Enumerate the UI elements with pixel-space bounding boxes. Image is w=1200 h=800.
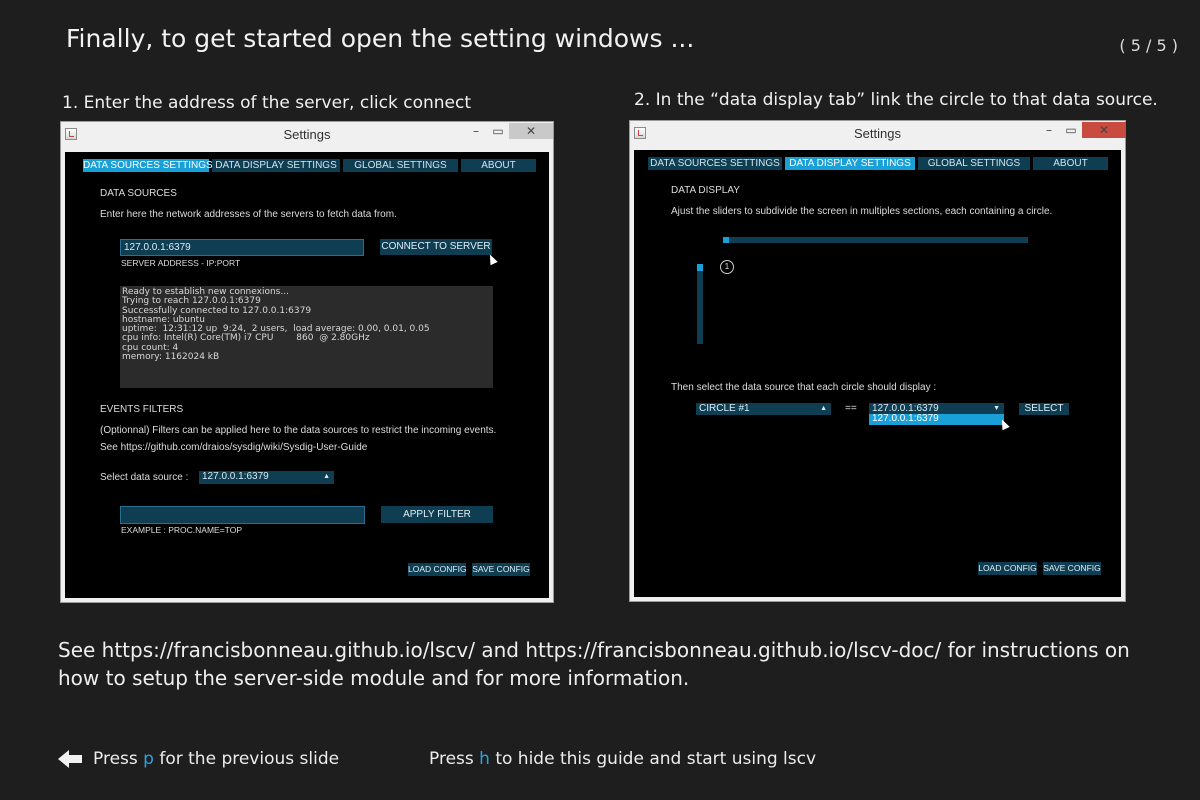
- vertical-subdivision-slider[interactable]: [697, 264, 703, 344]
- connect-to-server-button[interactable]: CONNECT TO SERVER: [380, 239, 492, 255]
- filters-guide-link: See https://github.com/draios/sysdig/wik…: [100, 442, 368, 453]
- tab-about[interactable]: ABOUT: [1033, 157, 1108, 170]
- close-button[interactable]: ✕: [509, 123, 553, 139]
- data-sources-description: Enter here the network addresses of the …: [100, 209, 397, 220]
- load-config-button[interactable]: LOAD CONFIG: [978, 562, 1037, 575]
- prev-hint-key: p: [143, 749, 154, 769]
- select-data-source-label: Select data source :: [100, 472, 189, 483]
- dropdown-arrow-icon: ▼: [993, 405, 1000, 412]
- section-heading-events-filters: EVENTS FILTERS: [100, 404, 184, 415]
- save-config-button[interactable]: SAVE CONFIG: [472, 563, 530, 576]
- server-address-hint: SERVER ADDRESS - IP:PORT: [121, 258, 241, 268]
- slide-title: Finally, to get started open the setting…: [66, 24, 695, 53]
- source-dropdown-option[interactable]: 127.0.0.1:6379: [869, 414, 1004, 425]
- data-source-dropdown-value: 127.0.0.1:6379: [202, 471, 269, 482]
- apply-filter-button[interactable]: APPLY FILTER: [381, 506, 493, 523]
- footer-instructions: See https://francisbonneau.github.io/lsc…: [58, 638, 1130, 690]
- slider-handle[interactable]: [723, 237, 729, 243]
- window-titlebar[interactable]: Settings – ▭ ✕: [630, 121, 1126, 147]
- connection-log: Ready to establish new connexions... Try…: [120, 286, 493, 388]
- circle-preview[interactable]: 1: [720, 260, 734, 274]
- settings-panel: DATA SOURCES SETTINGS DATA DISPLAY SETTI…: [634, 150, 1121, 597]
- tab-data-display[interactable]: DATA DISPLAY SETTINGS: [212, 159, 340, 172]
- settings-window-data-display: Settings – ▭ ✕ DATA SOURCES SETTINGS DAT…: [629, 120, 1126, 602]
- server-address-input[interactable]: 127.0.0.1:6379: [120, 239, 364, 256]
- settings-panel: DATA SOURCES SETTINGS DATA DISPLAY SETTI…: [65, 152, 549, 598]
- hide-hint-text-after: to hide this guide and start using lscv: [489, 749, 817, 769]
- hide-hint-text-before: Press: [429, 749, 480, 769]
- settings-tabs: DATA SOURCES SETTINGS DATA DISPLAY SETTI…: [83, 159, 539, 172]
- slider-handle[interactable]: [697, 264, 703, 271]
- previous-slide-hint[interactable]: Press p for the previous slide: [58, 749, 339, 769]
- equals-sign: ==: [845, 403, 857, 414]
- circle-dropdown-value: CIRCLE #1: [699, 403, 750, 414]
- hide-guide-hint[interactable]: Press h to hide this guide and start usi…: [429, 749, 816, 769]
- step-2-caption: 2. In the “data display tab” link the ci…: [634, 90, 1158, 110]
- tab-global[interactable]: GLOBAL SETTINGS: [343, 159, 458, 172]
- filters-description: (Optionnal) Filters can be applied here …: [100, 425, 497, 436]
- hide-hint-key: h: [479, 749, 490, 769]
- dropdown-arrow-icon: ▲: [820, 405, 827, 412]
- close-button[interactable]: ✕: [1082, 122, 1126, 138]
- select-button[interactable]: SELECT: [1019, 403, 1069, 415]
- tab-about[interactable]: ABOUT: [461, 159, 536, 172]
- data-display-description: Ajust the sliders to subdivide the scree…: [671, 206, 1053, 217]
- minimize-button[interactable]: –: [1038, 122, 1060, 138]
- settings-window-data-sources: Settings – ▭ ✕ DATA SOURCES SETTINGS DAT…: [60, 121, 554, 603]
- load-config-button[interactable]: LOAD CONFIG: [408, 563, 467, 576]
- select-source-prompt: Then select the data source that each ci…: [671, 382, 937, 393]
- filter-example-hint: EXAMPLE : PROC.NAME=TOP: [121, 525, 243, 535]
- maximize-button[interactable]: ▭: [1060, 122, 1082, 138]
- horizontal-subdivision-slider[interactable]: [723, 237, 1028, 243]
- log-line: memory: 1162024 kB: [122, 352, 220, 363]
- dropdown-arrow-icon: ▲: [323, 473, 330, 480]
- section-heading-data-sources: DATA SOURCES: [100, 188, 177, 199]
- tab-global[interactable]: GLOBAL SETTINGS: [918, 157, 1030, 170]
- save-config-button[interactable]: SAVE CONFIG: [1043, 562, 1101, 575]
- settings-tabs: DATA SOURCES SETTINGS DATA DISPLAY SETTI…: [648, 157, 1111, 170]
- tab-data-sources[interactable]: DATA SOURCES SETTINGS: [648, 157, 782, 170]
- minimize-button[interactable]: –: [465, 123, 487, 139]
- data-source-dropdown[interactable]: 127.0.0.1:6379 ▲: [199, 471, 334, 484]
- section-heading-data-display: DATA DISPLAY: [671, 185, 740, 196]
- filter-input[interactable]: [120, 506, 365, 524]
- step-1-caption: 1. Enter the address of the server, clic…: [62, 93, 472, 113]
- prev-hint-text-after: for the previous slide: [153, 749, 340, 769]
- slide-counter: ( 5 / 5 ): [1119, 36, 1178, 55]
- mouse-pointer-icon: [486, 252, 498, 266]
- prev-hint-text-before: Press: [93, 749, 144, 769]
- mouse-pointer-icon: [998, 417, 1010, 431]
- maximize-button[interactable]: ▭: [487, 123, 509, 139]
- window-titlebar[interactable]: Settings – ▭ ✕: [61, 122, 553, 148]
- circle-dropdown[interactable]: CIRCLE #1 ▲: [696, 403, 831, 415]
- tab-data-display[interactable]: DATA DISPLAY SETTINGS: [785, 157, 915, 170]
- arrow-left-icon[interactable]: [58, 750, 82, 768]
- tab-data-sources[interactable]: DATA SOURCES SETTINGS: [83, 159, 213, 172]
